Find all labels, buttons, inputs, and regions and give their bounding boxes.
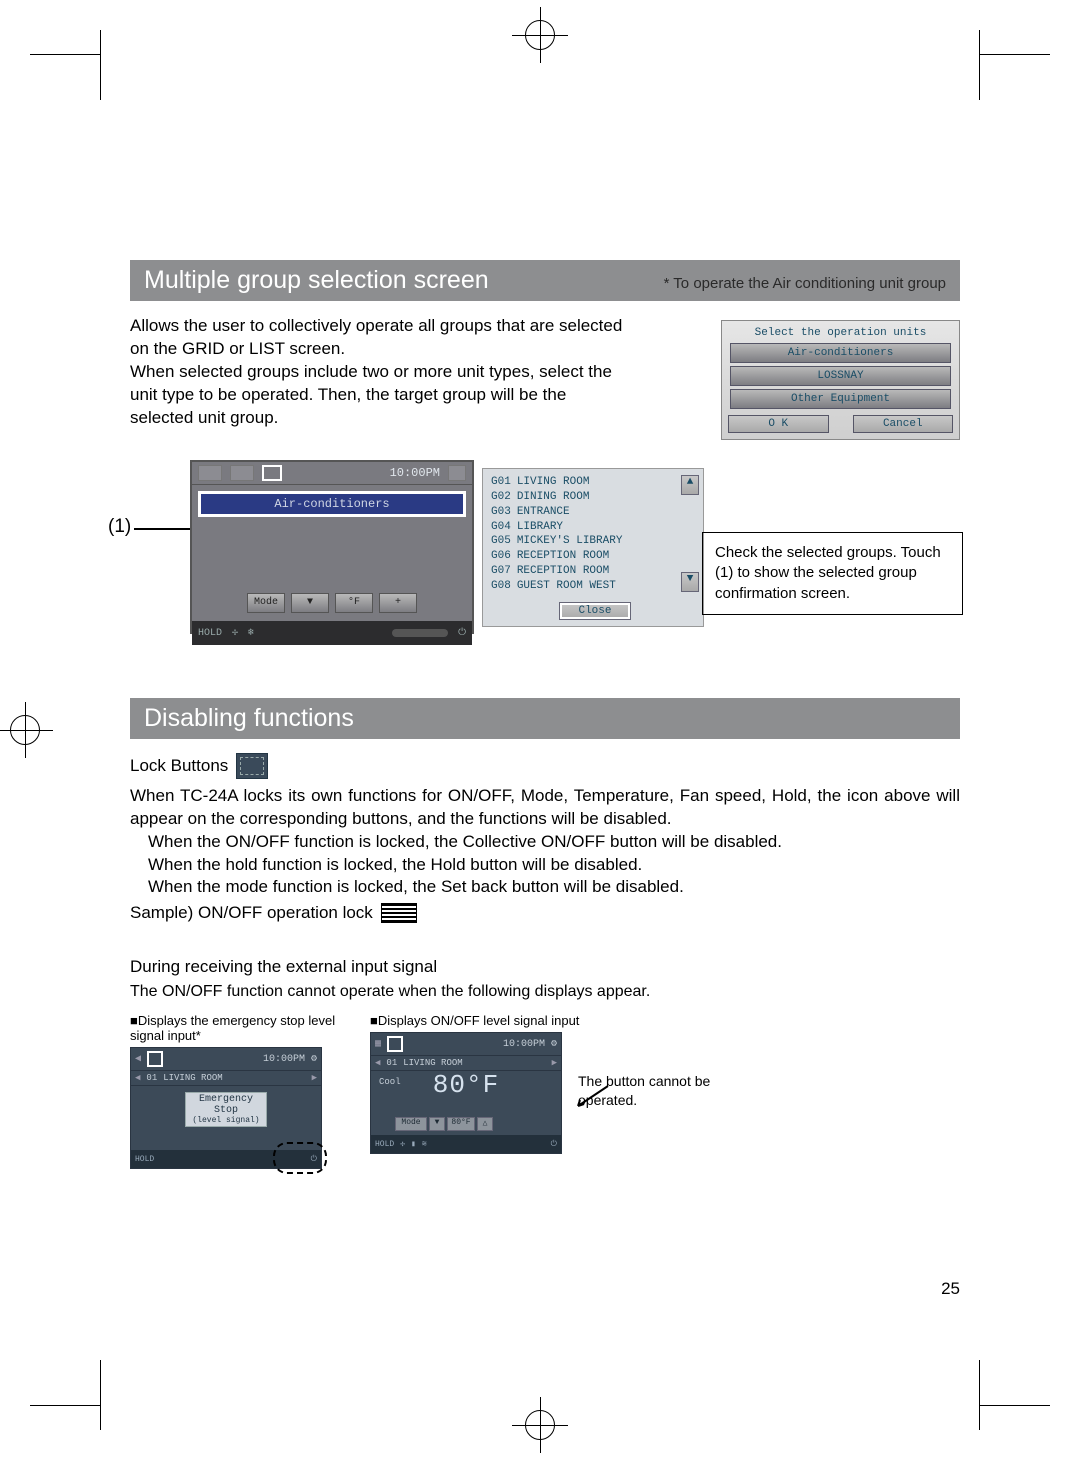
temp-down-button[interactable]: ▼ [429,1117,445,1131]
section2-line3: When the mode function is locked, the Se… [130,876,960,899]
stop-icon [147,1051,163,1067]
list-item[interactable]: G05MICKEY'S LIBRARY [491,534,699,549]
figure-emergency-stop: ■Displays the emergency stop level signa… [130,1013,340,1169]
section1-subtitle: * To operate the Air conditioning unit g… [664,275,946,292]
section2-title: Disabling functions [144,704,354,733]
section2-line2: When the hold function is locked, the Ho… [130,854,960,877]
option-air-conditioners[interactable]: Air-conditioners [730,343,951,363]
group-type-button[interactable]: Air-conditioners [198,491,466,517]
fig1-caption: ■Displays the emergency stop level signa… [130,1013,340,1043]
lock-buttons-label: Lock Buttons [130,756,228,776]
temp-up-button[interactable]: + [379,593,417,613]
stop-icon [387,1036,403,1052]
list-item[interactable]: G01LIVING ROOM [491,475,699,490]
list-item[interactable]: G08GUEST ROOM WEST [491,579,699,594]
list-item[interactable]: G06RECEPTION ROOM [491,549,699,564]
sample-label: Sample) ON/OFF operation lock [130,903,373,923]
grid-icon[interactable] [198,465,222,481]
gear-icon: ⚙ [311,1053,317,1065]
page-number: 25 [941,1279,960,1299]
mode-button[interactable]: Mode [395,1117,427,1131]
section2-line1: When the ON/OFF function is locked, the … [130,831,960,854]
list-item[interactable]: G02DINING ROOM [491,490,699,505]
emergency-line1: Emergency Stop [186,1094,266,1116]
list-icon[interactable] [230,465,254,481]
snow-icon[interactable]: ❄ [248,627,254,639]
popup-header: Select the operation units [728,327,953,339]
figure-onoff-signal: ■Displays ON/OFF level signal input ▦10:… [370,1013,750,1169]
scroll-down-icon[interactable]: ▼ [681,572,699,592]
power-icon: ⏻ [551,1140,557,1149]
lock-sample-icon [381,903,417,923]
option-other-equipment[interactable]: Other Equipment [730,389,951,409]
registration-mark-icon [525,1410,555,1440]
lock-icon [236,753,268,779]
stop-icon[interactable] [262,465,282,481]
emergency-line2: (level signal) [186,1116,266,1125]
fig2-caption: ■Displays ON/OFF level signal input [370,1013,750,1028]
hold-label[interactable]: HOLD [198,628,222,639]
section2-body: When TC-24A locks its own functions for … [130,785,960,831]
select-units-popup: Select the operation units Air-condition… [721,320,960,440]
gear-icon: ⚙ [551,1038,557,1050]
list-item[interactable]: G07RECEPTION ROOM [491,564,699,579]
section1-paragraph: Allows the user to collectively operate … [130,315,630,430]
controller-lcd: 10:00PM Air-conditioners Mode ▼ °F + HOL… [190,460,474,634]
power-icon[interactable]: ⏻ [458,627,466,639]
clock: 10:00PM [390,466,440,480]
option-lossnay[interactable]: LOSSNAY [730,366,951,386]
list-item[interactable]: G04LIBRARY [491,520,699,535]
fan-icon[interactable]: ✢ [232,627,238,639]
ok-button[interactable]: O K [728,415,829,433]
hold-label: HOLD [135,1155,154,1164]
temp-down-button[interactable]: ▼ [291,593,329,613]
mini-lcd-1: ◀10:00PM⚙ ◀01LIVING ROOM▶ Emergency Stop… [130,1047,322,1169]
gear-icon[interactable] [448,465,466,481]
cancel-button[interactable]: Cancel [853,415,954,433]
cool-mode-label: Cool [379,1077,401,1087]
registration-mark-icon [10,715,40,745]
group-list-popup: G01LIVING ROOM G02DINING ROOM G03ENTRANC… [482,468,704,627]
mini-lcd-2: ▦10:00PM⚙ ◀01LIVING ROOM▶ Cool 80°F Mode… [370,1032,562,1154]
callout-1: (1) [108,516,131,538]
section1-title: Multiple group selection screen [144,266,489,295]
list-item[interactable]: G03ENTRANCE [491,505,699,520]
close-button[interactable]: Close [559,602,631,620]
note-box: Check the selected groups. Touch (1) to … [702,532,963,615]
scroll-up-icon[interactable]: ▲ [681,475,699,495]
scrollbar[interactable]: ▲ ▼ [681,475,699,592]
hold-label: HOLD [375,1140,394,1149]
registration-mark-icon [525,20,555,50]
switch-track[interactable] [392,629,448,637]
section3-para: The ON/OFF function cannot operate when … [130,983,960,1001]
mode-button[interactable]: Mode [247,593,285,613]
section-bar: Disabling functions [130,698,960,739]
section-bar: Multiple group selection screen * To ope… [130,260,960,301]
dashed-circle-icon [273,1142,327,1174]
arrow-icon [570,1082,610,1112]
set-temp: 80°F [447,1117,475,1131]
section3-heading: During receiving the external input sign… [130,957,960,977]
temp-unit: °F [335,593,373,613]
temp-up-button[interactable]: △ [477,1117,493,1131]
